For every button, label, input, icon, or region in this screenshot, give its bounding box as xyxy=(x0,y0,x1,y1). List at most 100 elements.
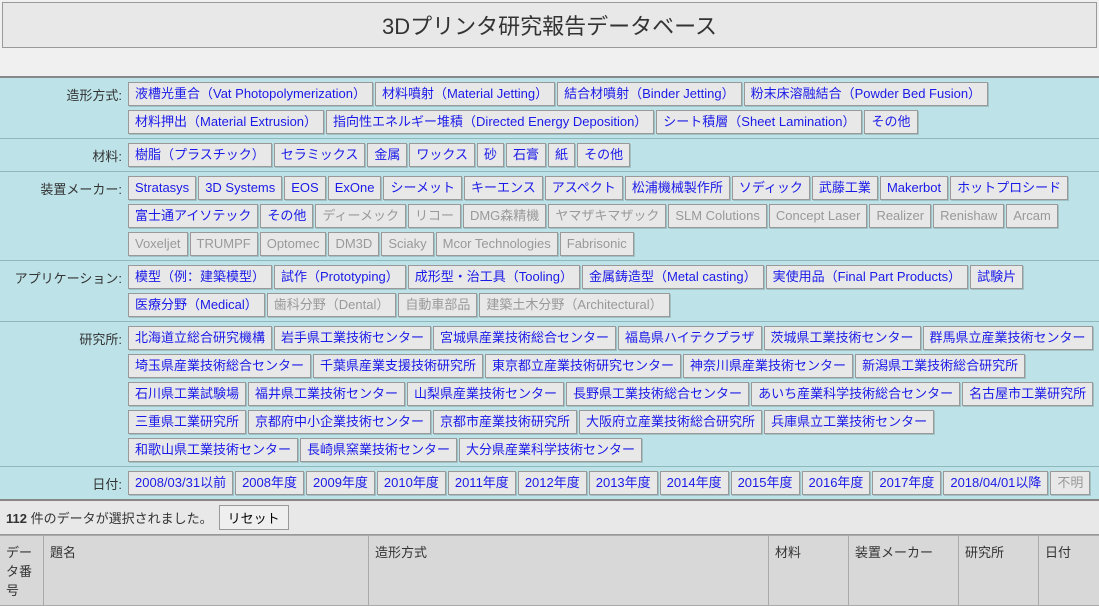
filter-button: TRUMPF xyxy=(190,232,258,256)
filter-button[interactable]: ワックス xyxy=(409,143,475,167)
filter-button[interactable]: 埼玉県産業技術総合センター xyxy=(128,354,311,378)
column-header-date[interactable]: 日付 xyxy=(1039,536,1099,605)
filter-button[interactable]: 京都市産業技術研究所 xyxy=(433,410,577,434)
filter-button[interactable]: 長野県工業技術総合センター xyxy=(566,382,749,406)
filter-button: リコー xyxy=(408,204,461,228)
filter-button[interactable]: 紙 xyxy=(548,143,575,167)
filter-button[interactable]: あいち産業科学技術総合センター xyxy=(751,382,960,406)
filter-button[interactable]: 武藤工業 xyxy=(812,176,878,200)
filter-button[interactable]: アスペクト xyxy=(545,176,623,200)
filter-button[interactable]: 福井県工業技術センター xyxy=(248,382,405,406)
filter-button[interactable]: 茨城県工業技術センター xyxy=(764,326,921,350)
filter-button[interactable]: 2008/03/31以前 xyxy=(128,471,233,495)
filter-button[interactable]: 2017年度 xyxy=(872,471,941,495)
filter-button[interactable]: 樹脂（プラスチック） xyxy=(128,143,272,167)
filter-button[interactable]: 北海道立総合研究機構 xyxy=(128,326,272,350)
filter-button[interactable]: 大分県産業科学技術センター xyxy=(459,438,642,462)
column-header-lab[interactable]: 研究所 xyxy=(959,536,1039,605)
filter-button[interactable]: シーメット xyxy=(383,176,461,200)
filter-button[interactable]: 神奈川県産業技術センター xyxy=(683,354,853,378)
filter-label: 装置メーカー: xyxy=(4,175,128,198)
filter-button[interactable]: 富士通アイソテック xyxy=(128,204,258,228)
filter-button[interactable]: 金属 xyxy=(367,143,407,167)
reset-button[interactable]: リセット xyxy=(219,505,289,530)
filter-button[interactable]: 指向性エネルギー堆積（Directed Energy Deposition） xyxy=(326,110,654,134)
filter-buttons: 樹脂（プラスチック）セラミックス金属ワックス砂石膏紙その他 xyxy=(128,142,1095,168)
filter-button[interactable]: 砂 xyxy=(477,143,504,167)
filter-button[interactable]: 宮城県産業技術総合センター xyxy=(433,326,616,350)
filter-button[interactable]: 京都府中小企業技術センター xyxy=(248,410,431,434)
filter-button: ディーメック xyxy=(315,204,406,228)
filter-button[interactable]: 岩手県工業技術センター xyxy=(274,326,431,350)
filter-button[interactable]: 山梨県産業技術センター xyxy=(407,382,564,406)
filter-button[interactable]: 名古屋市工業研究所 xyxy=(962,382,1093,406)
filter-row: 装置メーカー:Stratasys3D SystemsEOSExOneシーメットキ… xyxy=(0,172,1099,261)
filter-button: Voxeljet xyxy=(128,232,188,256)
filter-button[interactable]: 2012年度 xyxy=(518,471,587,495)
filter-button[interactable]: 成形型・治工具（Tooling） xyxy=(408,265,580,289)
filter-button[interactable]: 東京都立産業技術研究センター xyxy=(485,354,681,378)
filter-button[interactable]: 材料押出（Material Extrusion） xyxy=(128,110,324,134)
filter-row: アプリケーション:模型（例：建築模型）試作（Prototyping）成形型・治工… xyxy=(0,261,1099,322)
filter-button[interactable]: 医療分野（Medical） xyxy=(128,293,265,317)
filter-button[interactable]: 粉末床溶融結合（Powder Bed Fusion） xyxy=(744,82,988,106)
filter-button[interactable]: 実使用品（Final Part Products） xyxy=(766,265,969,289)
filter-button[interactable]: 松浦機械製作所 xyxy=(625,176,730,200)
filter-button[interactable]: 材料噴射（Material Jetting） xyxy=(375,82,555,106)
column-header-method[interactable]: 造形方式 xyxy=(369,536,769,605)
filter-button[interactable]: 2011年度 xyxy=(448,471,516,495)
filter-button: DMG森精機 xyxy=(463,204,546,228)
column-header-material[interactable]: 材料 xyxy=(769,536,849,605)
filter-button[interactable]: 福島県ハイテクプラザ xyxy=(618,326,761,350)
filter-button[interactable]: Stratasys xyxy=(128,176,196,200)
filter-button[interactable]: 模型（例：建築模型） xyxy=(128,265,272,289)
filter-button[interactable]: ホットプロシード xyxy=(950,176,1068,200)
filter-button[interactable]: 結合材噴射（Binder Jetting） xyxy=(557,82,742,106)
column-header-no[interactable]: データ番号 xyxy=(0,536,44,605)
column-header-maker[interactable]: 装置メーカー xyxy=(849,536,959,605)
filter-button: SLM Colutions xyxy=(668,204,767,228)
filter-button[interactable]: 2013年度 xyxy=(589,471,658,495)
filter-button[interactable]: その他 xyxy=(577,143,630,167)
filter-button[interactable]: 2014年度 xyxy=(660,471,729,495)
filter-buttons: 2008/03/31以前2008年度2009年度2010年度2011年度2012… xyxy=(128,470,1095,496)
filter-button[interactable]: 長崎県窯業技術センター xyxy=(300,438,457,462)
filter-button[interactable]: キーエンス xyxy=(464,176,543,200)
filter-button[interactable]: 石川県工業試験場 xyxy=(128,382,246,406)
filter-button[interactable]: EOS xyxy=(284,176,325,200)
filter-button[interactable]: Makerbot xyxy=(880,176,948,200)
filter-button[interactable]: 和歌山県工業技術センター xyxy=(128,438,298,462)
filter-button[interactable]: 三重県工業研究所 xyxy=(128,410,246,434)
filter-button[interactable]: 2009年度 xyxy=(306,471,375,495)
filter-button[interactable]: 兵庫県立工業技術センター xyxy=(764,410,934,434)
filter-button[interactable]: 試作（Prototyping） xyxy=(274,265,406,289)
filter-button[interactable]: 2018/04/01以降 xyxy=(943,471,1048,495)
filter-button[interactable]: 2016年度 xyxy=(802,471,871,495)
filter-button[interactable]: 新潟県工業技術総合研究所 xyxy=(855,354,1025,378)
filter-button[interactable]: シート積層（Sheet Lamination） xyxy=(656,110,862,134)
filter-button[interactable]: その他 xyxy=(260,204,313,228)
filter-button[interactable]: 群馬県立産業技術センター xyxy=(923,326,1093,350)
filter-label: 造形方式: xyxy=(4,81,128,104)
filter-button[interactable]: 石膏 xyxy=(506,143,546,167)
filter-button[interactable]: 金属鋳造型（Metal casting） xyxy=(582,265,764,289)
filter-button[interactable]: その他 xyxy=(864,110,917,134)
filter-panel: 造形方式:液槽光重合（Vat Photopolymerization）材料噴射（… xyxy=(0,76,1099,501)
filter-button: Sciaky xyxy=(381,232,433,256)
filter-button[interactable]: 大阪府立産業技術総合研究所 xyxy=(579,410,762,434)
filter-button[interactable]: 2010年度 xyxy=(377,471,446,495)
filter-button[interactable]: セラミックス xyxy=(274,143,366,167)
filter-button[interactable]: 2015年度 xyxy=(731,471,800,495)
filter-button[interactable]: 液槽光重合（Vat Photopolymerization） xyxy=(128,82,373,106)
filter-button[interactable]: 千葉県産業支援技術研究所 xyxy=(313,354,483,378)
filter-button[interactable]: ExOne xyxy=(328,176,382,200)
filter-row: 材料:樹脂（プラスチック）セラミックス金属ワックス砂石膏紙その他 xyxy=(0,139,1099,172)
filter-button: 歯科分野（Dental） xyxy=(267,293,397,317)
filter-button[interactable]: 試験片 xyxy=(970,265,1023,289)
filter-button[interactable]: 3D Systems xyxy=(198,176,282,200)
filter-button[interactable]: ソディック xyxy=(732,176,810,200)
page-title: 3Dプリンタ研究報告データベース xyxy=(2,2,1097,48)
column-header-title[interactable]: 題名 xyxy=(44,536,369,605)
filter-button[interactable]: 2008年度 xyxy=(235,471,304,495)
filter-button: ヤマザキマザック xyxy=(548,204,666,228)
